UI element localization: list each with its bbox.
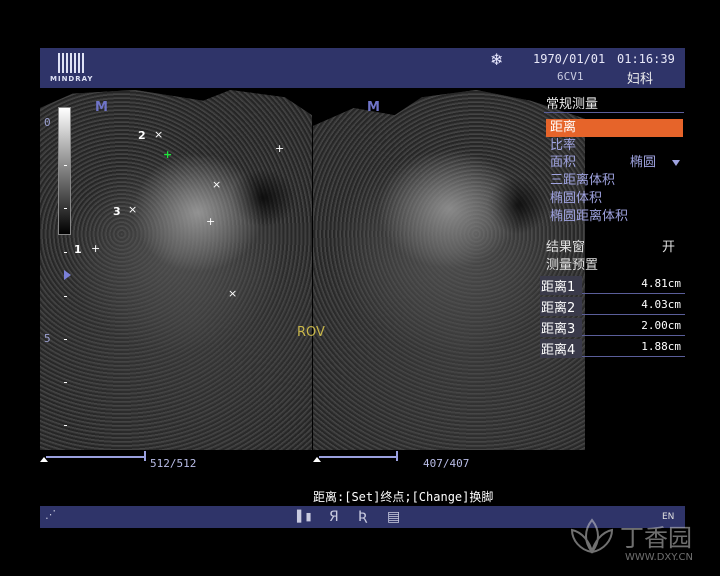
menu-item-ratio[interactable]: 比率 [546,137,683,155]
option-value: 开 [661,240,675,255]
result-label: 距离4 [540,339,582,358]
depth-label-mid: 5 [44,332,51,345]
active-caliper-icon[interactable]: + [163,149,172,160]
mindray-logo: MINDRAY [50,53,94,85]
chevron-down-icon[interactable] [672,160,680,166]
cine-marker-right[interactable] [396,451,398,461]
result-row: 距离1 4.81cm [540,274,685,295]
menu-item-distance[interactable]: 距离 [546,119,683,137]
menu-item-ellipse-volume[interactable]: 椭圆体积 [546,190,683,208]
caliper-x-icon[interactable]: × [228,288,237,299]
depth-tick [64,252,67,253]
time-display: 01:16:39 [617,52,675,66]
result-row: 距离4 1.88cm [540,337,685,358]
grayscale-bar [58,107,71,235]
result-value: 4.03cm [641,298,681,311]
cine-progress-right[interactable] [319,456,396,458]
result-label: 距离2 [540,297,582,316]
menu-item-label: 椭圆体积 [550,191,603,206]
probe-name: 6CV1 [557,70,584,83]
depth-label-top: 0 [44,116,51,129]
result-value: 2.00cm [641,319,681,332]
orientation-mark-left-icon: M [95,100,108,115]
menu-item-label: 比率 [550,138,577,153]
status-hint: 距离:[Set]终点;[Change]换脚 [313,490,494,504]
caliper-x-icon[interactable]: × [212,179,221,190]
menu-item-label: 距离 [550,120,577,135]
menu-item-ellipse-distance-volume[interactable]: 椭圆距离体积 [546,208,683,226]
frame-count-right: 407/407 [423,457,470,470]
depth-tick [64,425,67,426]
depth-tick [64,208,67,209]
report-icon[interactable]: ▤ [387,509,400,525]
watermark-text: 丁香园 [620,524,692,552]
caliper-label-3: 3 [113,205,121,218]
trackball-icon: ⋰ [45,508,56,521]
frame-count-left: 512/512 [150,457,197,470]
panel-title: 常规测量 [546,97,599,112]
result-label: 距离1 [540,276,582,295]
menu-item-area[interactable]: 面积 椭圆 [546,154,683,172]
option-label: 测量预置 [546,258,599,273]
date-display: 1970/01/01 [533,52,606,66]
caliper-label-2: 2 [138,129,146,142]
header-bar: MINDRAY ❄ 1970/01/01 01:16:39 6CV1 妇科 [40,48,685,88]
exam-mode: 妇科 [627,72,654,87]
rotate-icon[interactable]: Ʀ [358,509,368,525]
logo-text: MINDRAY [50,75,94,83]
result-value: 4.81cm [641,277,681,290]
cine-progress-left[interactable] [46,456,144,458]
ultrasound-image-left[interactable] [40,90,312,450]
depth-tick [64,339,67,340]
logo-bars-icon [58,53,84,73]
caliper-plus-icon[interactable]: + [275,143,284,154]
result-row: 距离2 4.03cm [540,295,685,316]
caliper-plus-icon[interactable]: + [206,216,215,227]
menu-item-label: 面积 [550,155,577,170]
dxy-logo-icon [570,518,614,554]
measure-preset-button[interactable]: 测量预置 [546,254,683,273]
orientation-mark-right-icon: M [367,100,380,115]
body-mark-label: ROV [297,325,325,340]
depth-tick [64,165,67,166]
caliper-label-1: 1 [74,243,82,256]
snowflake-icon: ❄ [490,50,504,69]
result-label: 距离3 [540,318,582,337]
depth-tick [64,382,67,383]
result-window-toggle[interactable]: 结果窗 开 [546,236,683,255]
focus-marker-icon [64,270,71,280]
caliper-x-icon[interactable]: × [128,204,137,215]
option-label: 结果窗 [546,240,586,255]
cine-marker-left[interactable] [144,451,146,461]
menu-item-three-distance-volume[interactable]: 三距离体积 [546,172,683,190]
menu-item-label: 椭圆距离体积 [550,209,629,224]
divider [544,112,684,113]
caliper-plus-icon[interactable]: + [91,243,100,254]
watermark-url: WWW.DXY.CN [625,552,693,563]
result-value: 1.88cm [641,340,681,353]
depth-tick [64,296,67,297]
cine-color-icon[interactable]: ▌▮ [297,510,312,523]
ultrasound-image-right[interactable] [313,90,585,450]
result-row: 距离3 2.00cm [540,316,685,337]
caliper-x-icon[interactable]: × [154,129,163,140]
area-method-value[interactable]: 椭圆 [630,154,656,172]
menu-item-label: 三距离体积 [550,173,616,188]
ya-icon[interactable]: Я [329,509,339,525]
